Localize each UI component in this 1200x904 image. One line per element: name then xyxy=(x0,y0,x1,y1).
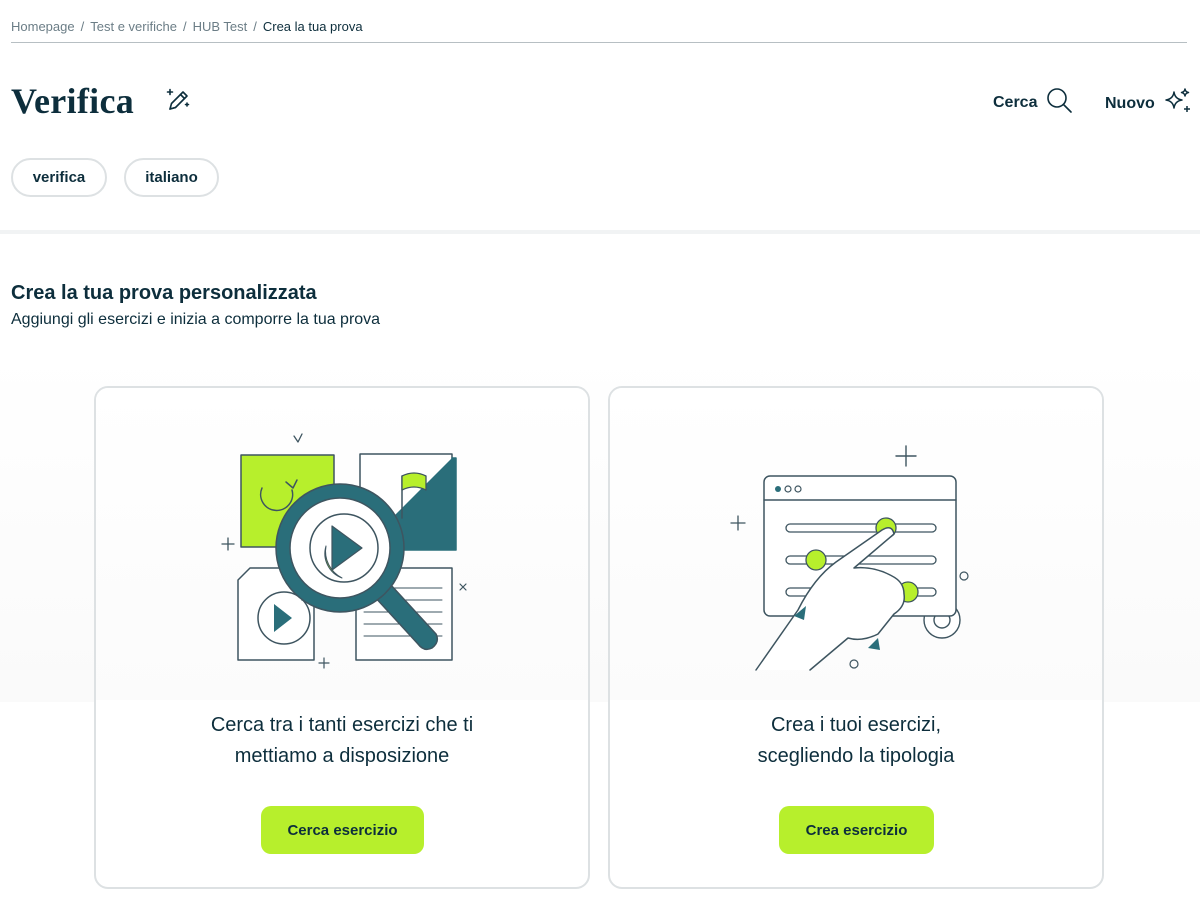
sparkle-icon xyxy=(1163,86,1193,121)
create-exercise-description: Crea i tuoi esercizi, scegliendo la tipo… xyxy=(610,710,1102,772)
breadcrumb-separator: / xyxy=(182,19,187,34)
tag-verifica[interactable]: verifica xyxy=(11,158,107,197)
new-button[interactable]: Nuovo xyxy=(1105,86,1193,121)
breadcrumb-current: Crea la tua prova xyxy=(262,19,363,34)
breadcrumb-item-test-e-verifiche[interactable]: Test e verifiche xyxy=(90,19,177,34)
search-exercise-card: Cerca tra i tanti esercizi che ti mettia… xyxy=(94,386,590,889)
tag-italiano[interactable]: italiano xyxy=(124,158,219,197)
breadcrumb: Homepage / Test e verifiche / HUB Test /… xyxy=(11,19,363,34)
section-subtitle: Aggiungi gli esercizi e inizia a comporr… xyxy=(11,311,381,328)
breadcrumb-item-homepage[interactable]: Homepage xyxy=(11,19,75,34)
search-exercise-description-line1: Cerca tra i tanti esercizi che ti xyxy=(210,714,474,736)
search-exercise-description-line2: mettiamo a disposizione xyxy=(234,745,450,767)
create-exercise-description-line2: scegliendo la tipologia xyxy=(757,745,955,767)
hand-adjusting-sliders-icon xyxy=(610,388,1102,700)
section-divider xyxy=(0,230,1200,234)
search-exercise-description: Cerca tra i tanti esercizi che ti mettia… xyxy=(96,710,588,772)
edit-pencil-sparkle-icon[interactable] xyxy=(164,86,192,114)
search-exercise-button[interactable]: Cerca esercizio xyxy=(261,806,424,854)
breadcrumb-separator: / xyxy=(80,19,85,34)
breadcrumb-item-hub-test[interactable]: HUB Test xyxy=(193,19,248,34)
create-exercise-description-line1: Crea i tuoi esercizi, xyxy=(770,714,942,736)
magnifier-over-exercises-icon xyxy=(96,388,588,700)
create-exercise-button[interactable]: Crea esercizio xyxy=(779,806,934,854)
search-icon xyxy=(1045,86,1073,119)
breadcrumb-divider xyxy=(11,42,1187,43)
page-title: Verifica xyxy=(11,81,135,121)
section-title: Crea la tua prova personalizzata xyxy=(11,282,317,304)
new-label: Nuovo xyxy=(1105,94,1155,112)
create-exercise-card: Crea i tuoi esercizi, scegliendo la tipo… xyxy=(608,386,1104,889)
search-label: Cerca xyxy=(993,93,1038,111)
search-button[interactable]: Cerca xyxy=(993,86,1073,119)
breadcrumb-separator: / xyxy=(253,19,257,34)
